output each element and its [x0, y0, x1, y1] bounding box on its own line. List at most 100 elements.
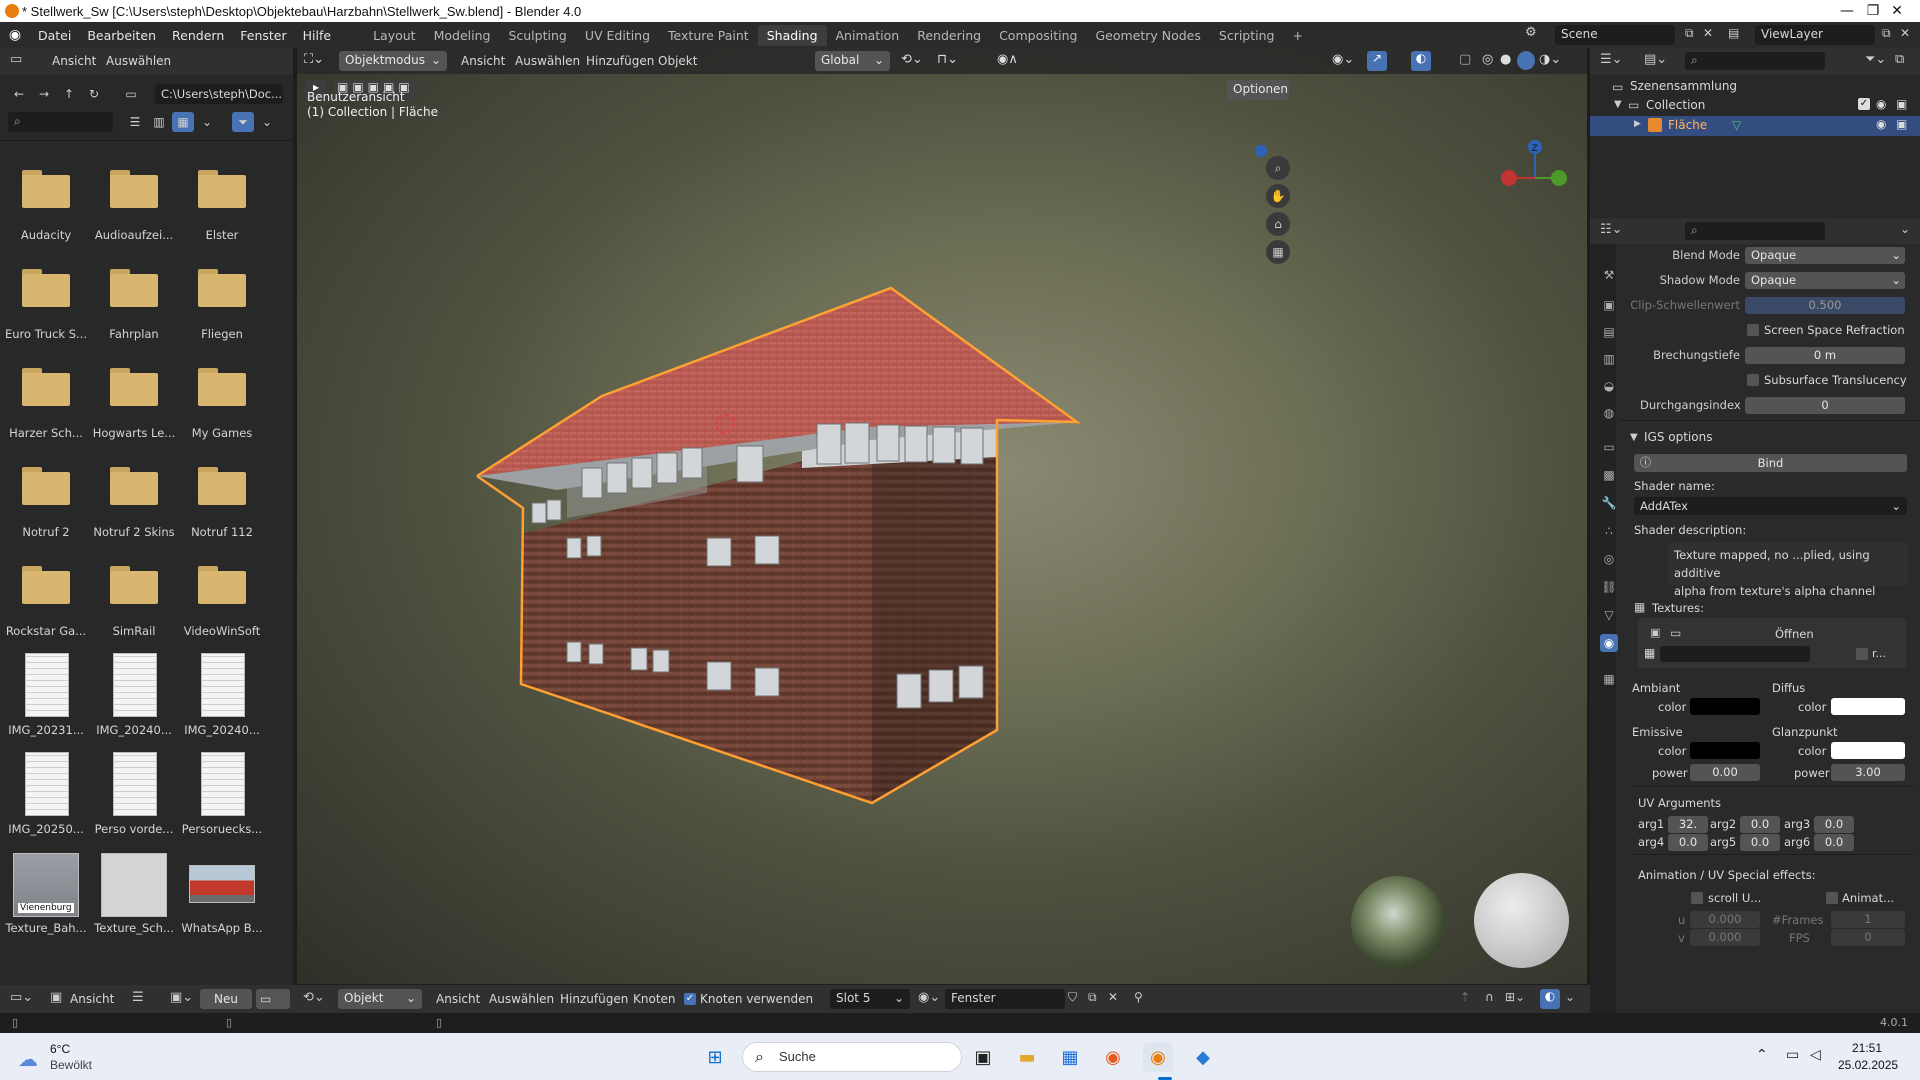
vertical-list-icon[interactable]: ☰: [124, 112, 146, 132]
v-field[interactable]: 0.000: [1690, 929, 1760, 946]
tab-texture-paint[interactable]: Texture Paint: [659, 25, 758, 46]
volume-icon[interactable]: ◁: [1810, 1047, 1821, 1063]
node-menu-knoten[interactable]: Knoten: [633, 992, 676, 1006]
menu-rendern[interactable]: Rendern: [164, 28, 232, 43]
node-overlay-options-icon[interactable]: ⌄: [1565, 990, 1575, 1004]
material-tab-icon[interactable]: ◉: [1600, 634, 1618, 652]
node-editor-type-icon[interactable]: ⟲⌄: [303, 990, 325, 1005]
perspective-grid-icon[interactable]: ▦: [1266, 240, 1290, 264]
new-view-layer-icon[interactable]: ⧉: [1882, 26, 1891, 41]
file-item[interactable]: Notruf 2: [3, 449, 89, 543]
uv-arg-field[interactable]: 0.0: [1740, 816, 1780, 833]
shader-type-select[interactable]: Objekt ⌄: [338, 989, 422, 1009]
props-editor-type-icon[interactable]: ☷⌄: [1600, 222, 1623, 237]
tab-layout[interactable]: Layout: [364, 25, 425, 46]
data-tab-icon[interactable]: ▽: [1600, 606, 1618, 624]
navigation-gizmo[interactable]: Z: [1497, 138, 1577, 218]
file-explorer-icon[interactable]: ▬: [1012, 1042, 1042, 1072]
props-search-input[interactable]: ⌕: [1685, 222, 1825, 240]
emissive-color-swatch[interactable]: [1690, 742, 1760, 759]
material-slot-select[interactable]: Slot 5 ⌄: [830, 989, 910, 1009]
texture-tab-icon[interactable]: ▦: [1600, 670, 1618, 688]
tab-compositing[interactable]: Compositing: [990, 25, 1086, 46]
new-folder-icon[interactable]: ▭: [120, 84, 142, 104]
physics-tab-icon[interactable]: ◎: [1600, 550, 1618, 568]
menu-bearbeiten[interactable]: Bearbeiten: [79, 28, 164, 43]
clock-time[interactable]: 21:51: [1852, 1041, 1882, 1055]
uv-arg-field[interactable]: 0.0: [1814, 816, 1854, 833]
tray-chevron-icon[interactable]: ⌃: [1756, 1047, 1768, 1063]
outliner-object[interactable]: Fläche: [1668, 118, 1707, 132]
store-icon[interactable]: ▦: [1055, 1042, 1085, 1072]
object-tab-icon[interactable]: ▩: [1600, 466, 1618, 484]
collection-eye-icon[interactable]: ◉: [1876, 97, 1886, 111]
file-item[interactable]: IMG_20240...: [179, 647, 265, 741]
diffus-color-swatch[interactable]: [1831, 698, 1905, 715]
gizmo-x-icon[interactable]: [1501, 170, 1517, 186]
taskbar-search-box[interactable]: ⌕ Suche: [742, 1042, 962, 1072]
file-item[interactable]: Notruf 112: [179, 449, 265, 543]
constraints-tab-icon[interactable]: ⛓: [1600, 578, 1618, 596]
image-browse-icon[interactable]: ▣⌄: [170, 990, 193, 1005]
menu-fenster[interactable]: Fenster: [232, 28, 294, 43]
use-nodes-checkbox[interactable]: ✓: [684, 993, 696, 1005]
scene-field[interactable]: Scene: [1555, 25, 1675, 45]
file-item[interactable]: Fahrplan: [91, 251, 177, 345]
uv-arg-field[interactable]: 0.0: [1814, 834, 1854, 851]
file-item[interactable]: VideoWinSoft: [179, 548, 265, 642]
open-texture-button[interactable]: Öffnen: [1775, 627, 1814, 641]
tab-scripting[interactable]: Scripting: [1210, 25, 1284, 46]
building-model[interactable]: [297, 48, 1587, 984]
parent-node-icon[interactable]: ⇡: [1460, 990, 1470, 1004]
camera-view-icon[interactable]: ⌂: [1266, 212, 1290, 236]
file-item[interactable]: Harzer Sch...: [3, 350, 89, 444]
texture-name-field[interactable]: [1660, 646, 1810, 662]
output-tab-icon[interactable]: ▤: [1600, 323, 1618, 341]
task-view-icon[interactable]: ▣: [968, 1042, 998, 1072]
outliner-editor-type-icon[interactable]: ☰⌄: [1600, 52, 1623, 67]
open-image-button[interactable]: ▭: [256, 989, 290, 1009]
uv-arg-field[interactable]: 0.0: [1668, 834, 1708, 851]
tab-uv-editing[interactable]: UV Editing: [576, 25, 659, 46]
file-item[interactable]: IMG_20240...: [91, 647, 177, 741]
thumbnails-icon[interactable]: ▦: [172, 112, 194, 132]
file-item[interactable]: Perso vorde...: [91, 746, 177, 840]
back-arrow-icon[interactable]: ←: [8, 84, 30, 104]
particles-tab-icon[interactable]: ∴: [1600, 522, 1618, 540]
add-workspace-button[interactable]: +: [1283, 25, 1311, 46]
parent-dir-icon[interactable]: ↑: [58, 84, 80, 104]
shader-name-select[interactable]: AddATex ⌄: [1634, 497, 1907, 515]
fps-field[interactable]: 0: [1831, 929, 1905, 946]
editor-type-icon[interactable]: ▭: [10, 52, 22, 67]
pin-icon[interactable]: ⚲: [1134, 990, 1143, 1004]
filebrowser-menu-ansicht[interactable]: Ansicht: [52, 54, 96, 68]
panel-collapse-icon[interactable]: ▼: [1630, 432, 1638, 443]
expand-arrow-icon[interactable]: ▶: [1634, 119, 1641, 129]
gizmo-y-icon[interactable]: [1551, 170, 1567, 186]
sss-checkbox[interactable]: [1747, 374, 1759, 386]
ssr-checkbox[interactable]: [1747, 324, 1759, 336]
tab-rendering[interactable]: Rendering: [908, 25, 990, 46]
blender-menu-icon[interactable]: ◉: [0, 27, 30, 43]
uv-arg-field[interactable]: 32.: [1668, 816, 1708, 833]
node-overlay-icon[interactable]: ◐: [1540, 989, 1560, 1009]
delete-scene-icon[interactable]: ✕: [1703, 26, 1713, 40]
tab-sculpting[interactable]: Sculpting: [499, 25, 575, 46]
igs-options-title[interactable]: IGS options: [1644, 430, 1712, 444]
display-options-icon[interactable]: ⌄: [196, 112, 218, 132]
material-browse-icon[interactable]: ◉⌄: [918, 990, 940, 1005]
object-eye-icon[interactable]: ◉: [1876, 117, 1886, 131]
file-item[interactable]: SimRail: [91, 548, 177, 642]
collection-checkbox-icon[interactable]: ✓: [1858, 98, 1870, 110]
snap-options-icon[interactable]: ⊞⌄: [1505, 990, 1525, 1004]
file-item[interactable]: Persoruecks...: [179, 746, 265, 840]
blend-mode-select[interactable]: Opaque ⌄: [1745, 247, 1905, 264]
delete-view-layer-icon[interactable]: ✕: [1900, 26, 1910, 40]
shadow-mode-select[interactable]: Opaque ⌄: [1745, 272, 1905, 289]
clock-date[interactable]: 25.02.2025: [1838, 1058, 1898, 1072]
new-scene-icon[interactable]: ⧉: [1685, 26, 1694, 41]
node-menu-auswaehlen[interactable]: Auswählen: [489, 992, 554, 1006]
props-options-icon[interactable]: ⌄: [1900, 222, 1910, 236]
file-item[interactable]: WhatsApp B...: [179, 845, 265, 939]
file-item[interactable]: Vienenburg Texture_Bah...: [3, 845, 89, 939]
